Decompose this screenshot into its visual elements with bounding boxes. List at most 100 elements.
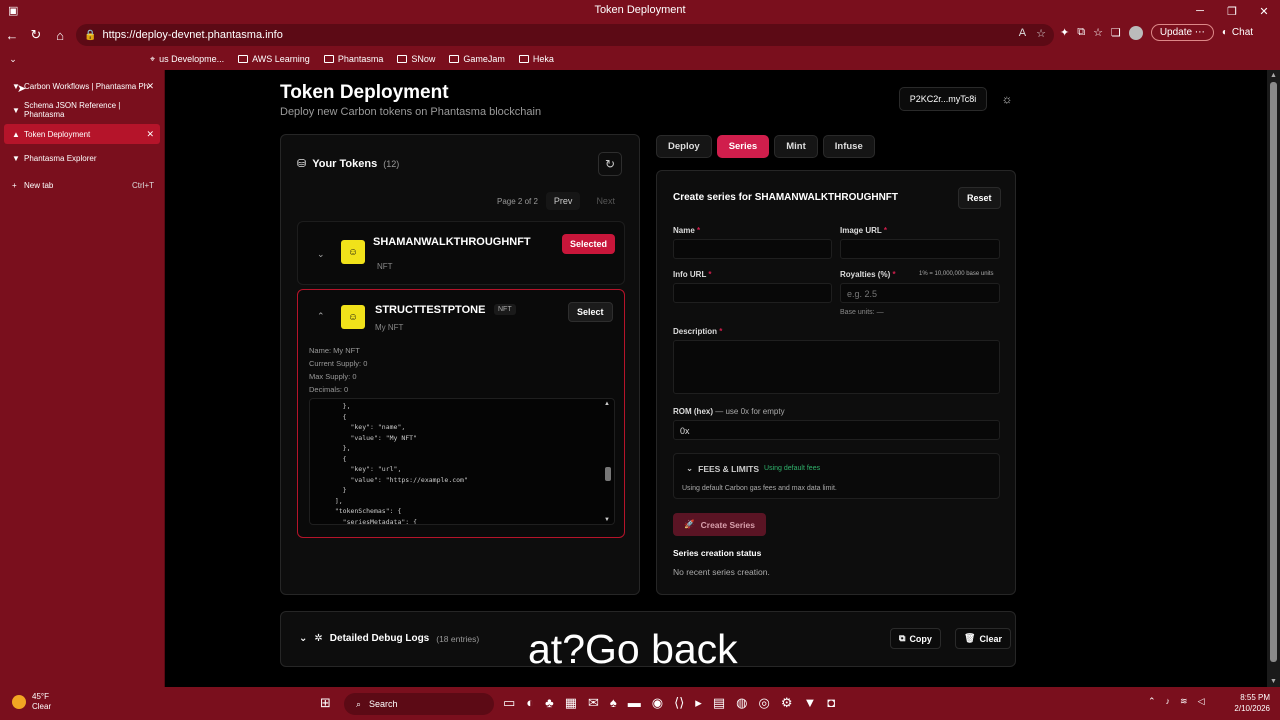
weather-widget[interactable]: 45°F Clear: [12, 692, 51, 712]
taskbar-search[interactable]: ⌕ Search: [344, 693, 494, 715]
tab-token-deployment[interactable]: ▲ Token Deployment ✕: [4, 124, 160, 144]
tab-mint[interactable]: Mint: [774, 135, 818, 158]
close-window-icon[interactable]: ✕: [1248, 0, 1280, 22]
extension-icon[interactable]: ✦: [1060, 26, 1069, 39]
image-url-input[interactable]: [840, 239, 1000, 259]
chrome-icon[interactable]: ◎: [758, 695, 769, 711]
terminal-icon[interactable]: ▸: [695, 695, 702, 711]
bookmark-folder[interactable]: AWS Learning: [238, 54, 310, 64]
next-page-button[interactable]: Next: [588, 192, 623, 210]
close-tab-icon[interactable]: ✕: [146, 129, 154, 140]
read-aloud-icon[interactable]: A: [1019, 27, 1026, 40]
series-name-input[interactable]: [673, 239, 832, 259]
tab-deploy[interactable]: Deploy: [656, 135, 712, 158]
home-icon[interactable]: ⌂: [48, 23, 72, 47]
tray-chevron-icon[interactable]: ⌃: [1148, 696, 1156, 707]
volume-icon[interactable]: ◁: [1198, 696, 1205, 707]
collapse-sidebar-icon[interactable]: ⌄: [0, 54, 26, 65]
copilot-app-icon[interactable]: ◐: [526, 695, 534, 711]
theme-toggle-icon[interactable]: ☼: [995, 87, 1019, 111]
clock-date: 2/10/2026: [1234, 704, 1270, 713]
clear-logs-button[interactable]: 🗑 Clear: [955, 628, 1011, 649]
token-schema-json-viewer[interactable]: }, { "key": "name", "value": "My NFT" },…: [309, 398, 615, 525]
token-type: NFT: [377, 262, 393, 271]
royalties-input[interactable]: e.g. 2.5: [840, 283, 1000, 303]
scroll-up-icon[interactable]: ▲: [1270, 72, 1277, 79]
description-textarea[interactable]: [673, 340, 1000, 394]
refresh-tokens-button[interactable]: ↻: [598, 152, 622, 176]
scroll-thumb[interactable]: [1270, 82, 1277, 662]
green-app-icon[interactable]: ◘: [827, 695, 835, 711]
update-button[interactable]: Update ⋯: [1150, 24, 1214, 41]
windows-start-icon[interactable]: ⊞: [320, 695, 331, 711]
tab-label: Phantasma Explorer: [24, 153, 97, 163]
bookmark-folder[interactable]: Heka: [518, 54, 554, 64]
scroll-down-icon[interactable]: ▼: [604, 517, 610, 523]
store-icon[interactable]: ▦: [565, 695, 577, 711]
teams-icon[interactable]: ♣: [545, 695, 554, 711]
microphone-icon[interactable]: ♪: [1166, 696, 1171, 707]
chevron-down-icon[interactable]: ⌄: [317, 249, 325, 260]
new-tab-button[interactable]: + New tab Ctrl+T: [4, 175, 160, 195]
debug-logs-toggle[interactable]: ⌄ ✲ Detailed Debug Logs (18 entries): [299, 633, 479, 644]
apps-icon[interactable]: ▤: [713, 695, 725, 711]
copilot-chat-button[interactable]: ◐ Chat: [1222, 27, 1253, 38]
collections-icon[interactable]: ❏: [1111, 26, 1121, 39]
vscode-icon[interactable]: ⟨⟩: [674, 695, 684, 711]
scroll-up-icon[interactable]: ▲: [604, 401, 610, 407]
reload-icon[interactable]: ↻: [24, 23, 48, 47]
minimize-icon[interactable]: ─: [1184, 0, 1216, 22]
clear-label: Clear: [979, 633, 1002, 644]
split-screen-icon[interactable]: ⧉: [1077, 26, 1085, 39]
tab-carbon-workflows[interactable]: ▼ Carbon Workflows | Phantasma Ph ✕: [4, 76, 160, 96]
page-scrollbar[interactable]: ▲ ▼: [1267, 70, 1280, 687]
window-title: Token Deployment: [594, 4, 686, 16]
favorite-star-icon[interactable]: ☆: [1036, 27, 1046, 40]
tab-series[interactable]: Series: [716, 135, 770, 158]
scroll-thumb[interactable]: [605, 467, 611, 481]
fees-limits-section[interactable]: ⌄ FEES & LIMITS Using default fees Using…: [673, 453, 1000, 499]
rom-hex-input[interactable]: 0x: [673, 420, 1000, 440]
info-url-input[interactable]: [673, 283, 832, 303]
bookmark-folder[interactable]: SNow: [397, 54, 435, 64]
fees-toggle[interactable]: ⌄ FEES & LIMITS Using default fees: [686, 463, 820, 474]
back-icon[interactable]: ←: [0, 23, 24, 47]
teams-work-icon[interactable]: ♠: [610, 695, 617, 711]
firefox-icon[interactable]: ◉: [652, 695, 663, 711]
chevron-up-icon[interactable]: ⌃: [317, 311, 325, 322]
phantasma-app-icon[interactable]: ▼: [803, 695, 816, 711]
address-bar[interactable]: 🔒 https://deploy-devnet.phantasma.info A…: [76, 24, 1054, 46]
bookmark-folder[interactable]: Phantasma: [323, 54, 383, 64]
prev-page-button[interactable]: Prev: [545, 192, 581, 210]
outlook-icon[interactable]: ✉: [588, 695, 599, 711]
wallet-address-button[interactable]: P2KC2r...myTc8i: [899, 87, 987, 111]
token-item-structtestptone[interactable]: ⌃ ☺ STRUCTTESTPTONE NFT My NFT Select Na…: [297, 289, 625, 538]
tab-phantasma-explorer[interactable]: ▼ Phantasma Explorer: [4, 148, 160, 168]
restore-icon[interactable]: ❐: [1216, 0, 1248, 22]
tab-infuse[interactable]: Infuse: [822, 135, 875, 158]
bookmark-item[interactable]: ⌖ us Developme...: [150, 54, 224, 65]
description-label-text: Description: [673, 327, 718, 336]
copy-logs-button[interactable]: ⧉ Copy: [890, 628, 941, 649]
tab-schema-json[interactable]: ▼ Schema JSON Reference | Phantasma: [4, 100, 160, 120]
action-tabs: Deploy Series Mint Infuse: [656, 135, 875, 158]
phantasma-favicon: ▼: [12, 105, 20, 115]
tokens-heading: ⛁ Your Tokens (12): [297, 157, 399, 171]
close-tab-icon[interactable]: ✕: [146, 81, 154, 92]
task-view-icon[interactable]: ▭: [503, 695, 515, 711]
tab-label: Token Deployment: [24, 129, 91, 139]
scroll-down-icon[interactable]: ▼: [1270, 678, 1277, 685]
wifi-icon[interactable]: ≋: [1180, 696, 1188, 707]
token-item-shamanwalkthroughnft[interactable]: ⌄ ☺ SHAMANWALKTHROUGHNFT NFT Selected: [297, 221, 625, 285]
reset-button[interactable]: Reset: [958, 187, 1001, 209]
file-explorer-icon[interactable]: ▬: [628, 695, 641, 711]
edge-icon[interactable]: ◍: [736, 695, 747, 711]
select-token-button[interactable]: Select: [568, 302, 613, 322]
create-series-button[interactable]: 🚀 Create Series: [673, 513, 766, 536]
taskbar-clock[interactable]: 8:55 PM 2/10/2026: [1228, 692, 1270, 714]
favorites-icon[interactable]: ☆: [1093, 26, 1103, 39]
settings-icon[interactable]: ⚙: [781, 695, 793, 711]
profile-avatar[interactable]: [1128, 25, 1143, 40]
bookmark-folder[interactable]: GameJam: [449, 54, 505, 64]
code-scrollbar[interactable]: ▲ ▼: [604, 401, 612, 523]
